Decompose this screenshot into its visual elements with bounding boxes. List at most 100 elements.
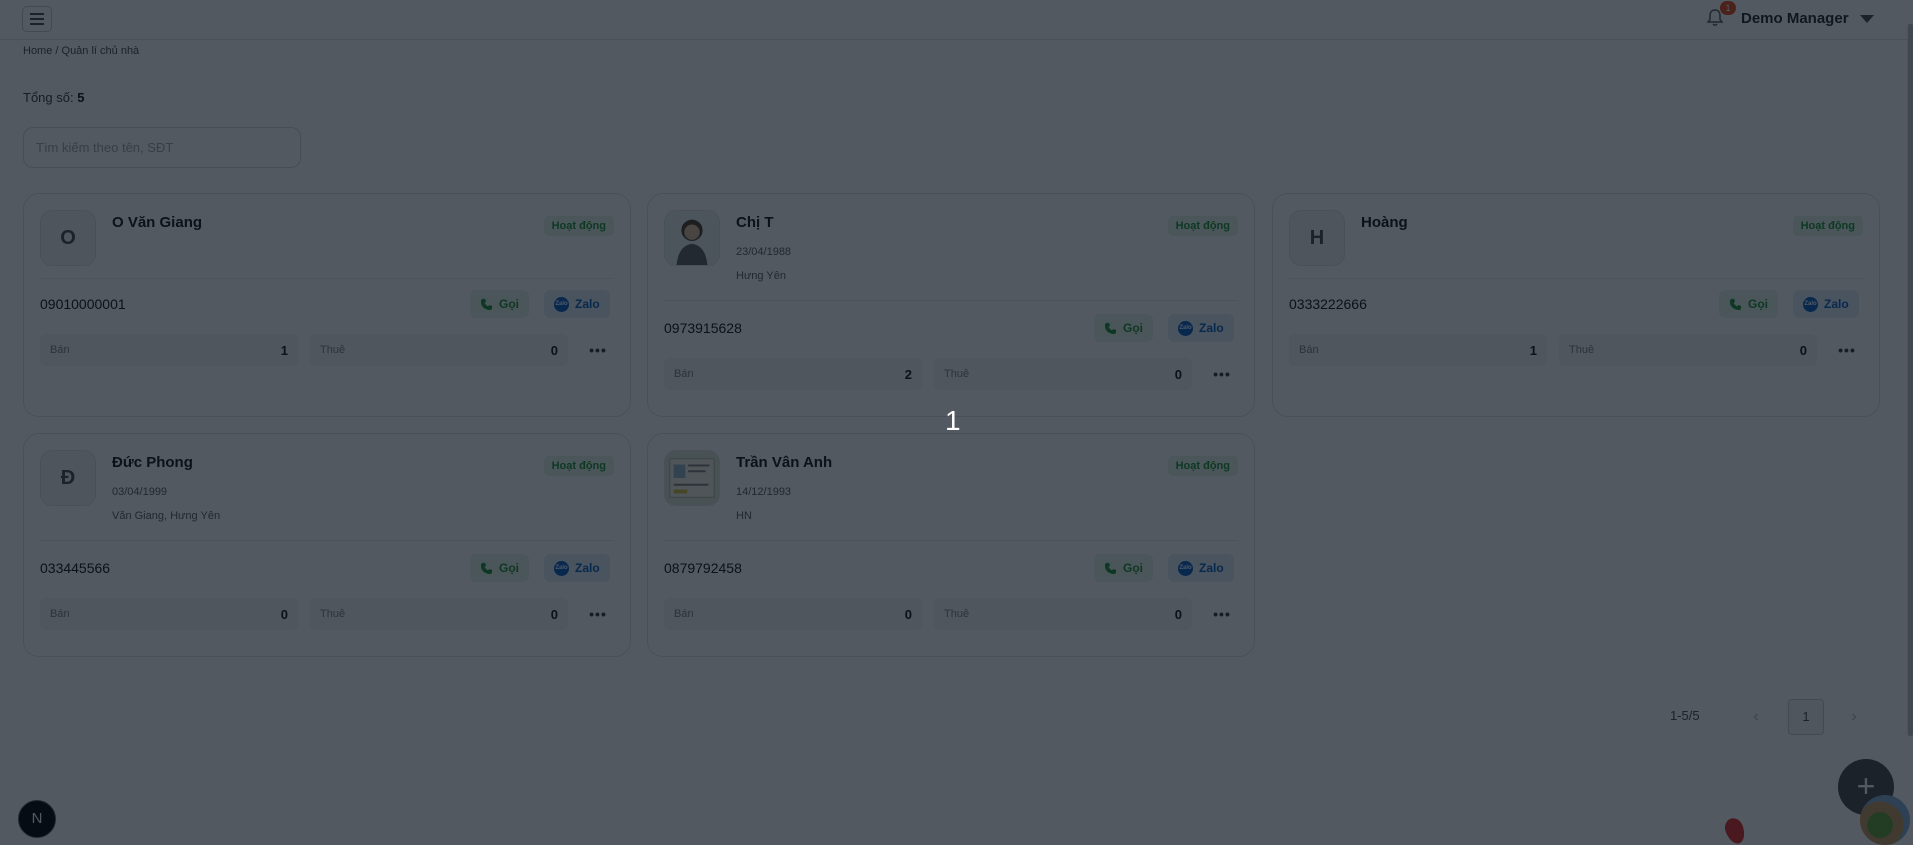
cursor-marker bbox=[1722, 815, 1748, 845]
rent-count: 0 bbox=[1799, 342, 1807, 358]
zalo-button-label: Zalo bbox=[575, 297, 600, 311]
landlord-card[interactable]: Đ Đức Phong 03/04/1999 Văn Giang, Hưng Yên H… bbox=[23, 433, 631, 657]
pagination-range: 1-5/5 bbox=[1670, 708, 1700, 723]
landlord-name[interactable]: Chị T bbox=[736, 214, 774, 231]
landlord-name[interactable]: Hoàng bbox=[1361, 214, 1408, 231]
menu-icon bbox=[30, 13, 44, 25]
rent-label: Thuê bbox=[320, 608, 346, 620]
zalo-icon: Zalo bbox=[554, 560, 569, 576]
call-button-label: Gọi bbox=[1123, 321, 1143, 335]
user-menu-name[interactable]: Demo Manager bbox=[1741, 10, 1849, 27]
more-options-button[interactable]: ••• bbox=[1833, 336, 1861, 364]
zalo-icon: Zalo bbox=[1178, 320, 1193, 336]
more-options-button[interactable]: ••• bbox=[584, 600, 612, 628]
call-button[interactable]: Gọi bbox=[470, 554, 529, 582]
call-button-label: Gọi bbox=[1748, 297, 1768, 311]
landlord-name[interactable]: O Văn Giang bbox=[112, 214, 202, 231]
sell-count-box: Bán 1 bbox=[1289, 334, 1547, 366]
zalo-button-label: Zalo bbox=[1199, 321, 1224, 335]
status-badge: Hoạt động bbox=[543, 216, 614, 236]
zalo-button[interactable]: Zalo Zalo bbox=[1793, 290, 1859, 318]
rent-count-box: Thuê 0 bbox=[310, 598, 568, 630]
landlord-name[interactable]: Trần Vân Anh bbox=[736, 454, 832, 471]
landlord-card[interactable]: H Hoàng Hoạt động 0333222666 Gọi Zalo Zalo Bán 1… bbox=[1272, 193, 1880, 417]
more-icon: ••• bbox=[1213, 366, 1231, 382]
status-badge: Hoạt động bbox=[1792, 216, 1863, 236]
card-divider bbox=[40, 540, 614, 541]
scrollbar-thumb[interactable] bbox=[1908, 24, 1913, 736]
more-options-button[interactable]: ••• bbox=[1208, 360, 1236, 388]
sell-count: 1 bbox=[1529, 342, 1537, 358]
sell-count-box: Bán 0 bbox=[664, 598, 922, 630]
landlord-dob: 14/12/1993 bbox=[736, 486, 792, 498]
zalo-button-label: Zalo bbox=[1824, 297, 1849, 311]
pagination-next-button[interactable]: › bbox=[1839, 700, 1869, 734]
call-button-label: Gọi bbox=[499, 561, 519, 575]
rent-label: Thuê bbox=[320, 344, 346, 356]
floating-avatar[interactable] bbox=[1860, 795, 1910, 845]
rent-count: 0 bbox=[550, 606, 558, 622]
zalo-button[interactable]: Zalo Zalo bbox=[1168, 554, 1234, 582]
landlord-card[interactable]: Trần Vân Anh 14/12/1993 HN Hoạt động 0879792… bbox=[647, 433, 1255, 657]
rent-count: 0 bbox=[550, 342, 558, 358]
avatar: O bbox=[40, 210, 96, 266]
card-divider bbox=[664, 300, 1238, 301]
phone-icon bbox=[1729, 298, 1742, 310]
zalo-icon: Zalo bbox=[554, 296, 569, 312]
landlord-address: HN bbox=[736, 510, 752, 522]
more-icon: ••• bbox=[1838, 342, 1856, 358]
zalo-button[interactable]: Zalo Zalo bbox=[1168, 314, 1234, 342]
sell-label: Bán bbox=[674, 608, 694, 620]
more-icon: ••• bbox=[589, 342, 607, 358]
sell-count: 0 bbox=[904, 606, 912, 622]
search-input[interactable] bbox=[23, 127, 301, 168]
zalo-button[interactable]: Zalo Zalo bbox=[544, 290, 610, 318]
call-button[interactable]: Gọi bbox=[1094, 314, 1153, 342]
landlord-dob: 23/04/1988 bbox=[736, 246, 792, 258]
card-divider bbox=[1289, 278, 1863, 279]
landlord-card[interactable]: Chị T 23/04/1988 Hưng Yên Hoạt động 09739156… bbox=[647, 193, 1255, 417]
sell-label: Bán bbox=[1299, 344, 1319, 356]
avatar-initial: Đ bbox=[60, 466, 76, 489]
phone-icon bbox=[1104, 562, 1117, 574]
sell-count-box: Bán 0 bbox=[40, 598, 298, 630]
landlord-dob: 03/04/1999 bbox=[112, 486, 168, 498]
zalo-button[interactable]: Zalo Zalo bbox=[544, 554, 610, 582]
landlord-name[interactable]: Đức Phong bbox=[112, 454, 193, 471]
rent-count-box: Thuê 0 bbox=[934, 598, 1192, 630]
landlord-phone: 09010000001 bbox=[40, 296, 126, 312]
avatar-portrait-image bbox=[665, 211, 719, 265]
zalo-icon: Zalo bbox=[1803, 296, 1818, 312]
call-button[interactable]: Gọi bbox=[1719, 290, 1778, 318]
menu-button[interactable] bbox=[22, 6, 52, 32]
landlord-card[interactable]: OO Văn Giang Hoạt động 09010000001 Gọi Zalo Z… bbox=[23, 193, 631, 417]
rent-count-box: Thuê 0 bbox=[934, 358, 1192, 390]
rent-label: Thuê bbox=[944, 368, 970, 380]
top-bar: 1 Demo Manager bbox=[0, 0, 1913, 40]
pagination-prev-button[interactable]: ‹ bbox=[1741, 700, 1771, 734]
more-icon: ••• bbox=[1213, 606, 1231, 622]
avatar: H bbox=[1289, 210, 1345, 266]
call-button-label: Gọi bbox=[1123, 561, 1143, 575]
caret-down-icon[interactable] bbox=[1860, 15, 1874, 23]
landlord-phone: 0333222666 bbox=[1289, 296, 1367, 312]
corner-n-badge[interactable]: N bbox=[18, 800, 56, 838]
more-options-button[interactable]: ••• bbox=[584, 336, 612, 364]
sell-count: 0 bbox=[280, 606, 288, 622]
avatar bbox=[664, 210, 720, 266]
status-badge: Hoạt động bbox=[1167, 216, 1238, 236]
total-value: 5 bbox=[77, 90, 85, 105]
sell-label: Bán bbox=[50, 608, 70, 620]
rent-label: Thuê bbox=[944, 608, 970, 620]
card-divider bbox=[664, 540, 1238, 541]
rent-count-box: Thuê 0 bbox=[1559, 334, 1817, 366]
call-button[interactable]: Gọi bbox=[470, 290, 529, 318]
call-button[interactable]: Gọi bbox=[1094, 554, 1153, 582]
card-divider bbox=[40, 278, 614, 279]
landlord-address: Văn Giang, Hưng Yên bbox=[112, 510, 221, 522]
pagination-page-1[interactable]: 1 bbox=[1788, 699, 1824, 735]
more-icon: ••• bbox=[589, 606, 607, 622]
avatar-initial: H bbox=[1309, 226, 1325, 249]
zalo-icon: Zalo bbox=[1178, 560, 1193, 576]
more-options-button[interactable]: ••• bbox=[1208, 600, 1236, 628]
